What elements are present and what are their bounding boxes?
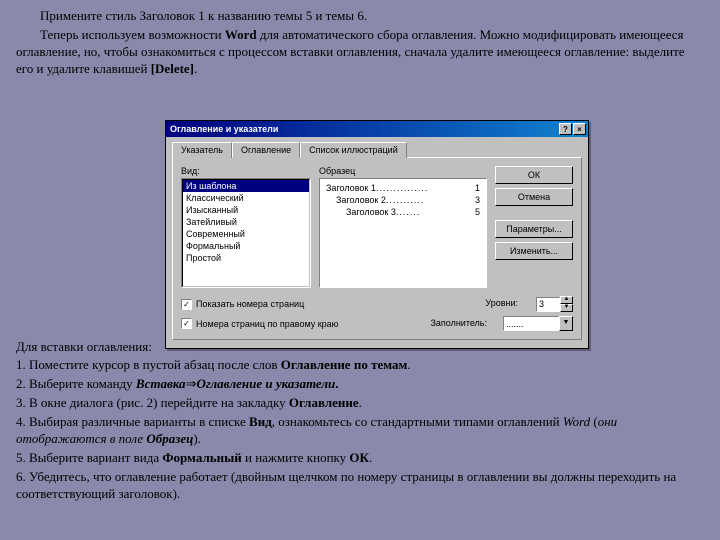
list-item[interactable]: Изысканный (183, 204, 309, 216)
levels-input[interactable] (536, 297, 560, 312)
modify-button[interactable]: Изменить... (495, 242, 573, 260)
tab-index[interactable]: Указатель (172, 142, 232, 158)
vid-label: Вид: (181, 166, 311, 176)
tab-strip: Указатель Оглавление Список иллюстраций (172, 142, 582, 158)
tab-illustrations[interactable]: Список иллюстраций (300, 142, 407, 158)
list-item[interactable]: Из шаблона (183, 180, 309, 192)
cancel-button[interactable]: Отмена (495, 188, 573, 206)
dialog-titlebar[interactable]: Оглавление и указатели ? × (166, 121, 588, 137)
levels-spinner[interactable]: ▲▼ (536, 296, 573, 312)
preview-box: Заголовок 1...............1 Заголовок 2.… (319, 178, 487, 288)
step-3: 3. В окне диалога (рис. 2) перейдите на … (16, 395, 704, 412)
step-6: 6. Убедитесь, что оглавление работает (д… (16, 469, 704, 503)
fill-label: Заполнитель: (430, 318, 487, 328)
fill-input[interactable] (503, 316, 559, 331)
chevron-down-icon[interactable]: ▼ (559, 316, 573, 331)
right-align-checkbox[interactable]: ✓ Номера страниц по правому краю (181, 318, 338, 329)
params-button[interactable]: Параметры... (495, 220, 573, 238)
step-2: 2. Выберите команду Вставка⇒Оглавление и… (16, 376, 704, 393)
instruction-para-2: Теперь используем возможности Word для а… (16, 27, 704, 78)
list-item[interactable]: Современный (183, 228, 309, 240)
tab-panel: Вид: Из шаблона Классический Изысканный … (172, 157, 582, 340)
close-button[interactable]: × (573, 123, 586, 135)
spin-up-icon[interactable]: ▲ (560, 296, 573, 304)
check-icon: ✓ (181, 299, 192, 310)
levels-label: Уровни: (485, 298, 518, 308)
list-item[interactable]: Классический (183, 192, 309, 204)
dialog-title: Оглавление и указатели (168, 124, 559, 134)
list-item[interactable]: Затейливый (183, 216, 309, 228)
step-4: 4. Выбирая различные варианты в списке В… (16, 414, 704, 448)
tab-toc[interactable]: Оглавление (232, 142, 300, 158)
check-icon: ✓ (181, 318, 192, 329)
ok-button[interactable]: ОК (495, 166, 573, 184)
show-pages-checkbox[interactable]: ✓ Показать номера страниц (181, 299, 304, 310)
vid-listbox[interactable]: Из шаблона Классический Изысканный Затей… (181, 178, 311, 288)
step-5: 5. Выберите вариант вида Формальный и на… (16, 450, 704, 467)
list-item[interactable]: Формальный (183, 240, 309, 252)
step-1: 1. Поместите курсор в пустой абзац после… (16, 357, 704, 374)
spin-down-icon[interactable]: ▼ (560, 304, 573, 312)
fill-combo[interactable]: ▼ (503, 316, 573, 331)
sample-label: Образец (319, 166, 487, 176)
toc-dialog: Оглавление и указатели ? × Указатель Огл… (165, 120, 589, 349)
help-button[interactable]: ? (559, 123, 572, 135)
list-item[interactable]: Простой (183, 252, 309, 264)
instruction-para-1: Примените стиль Заголовок 1 к названию т… (16, 8, 704, 25)
